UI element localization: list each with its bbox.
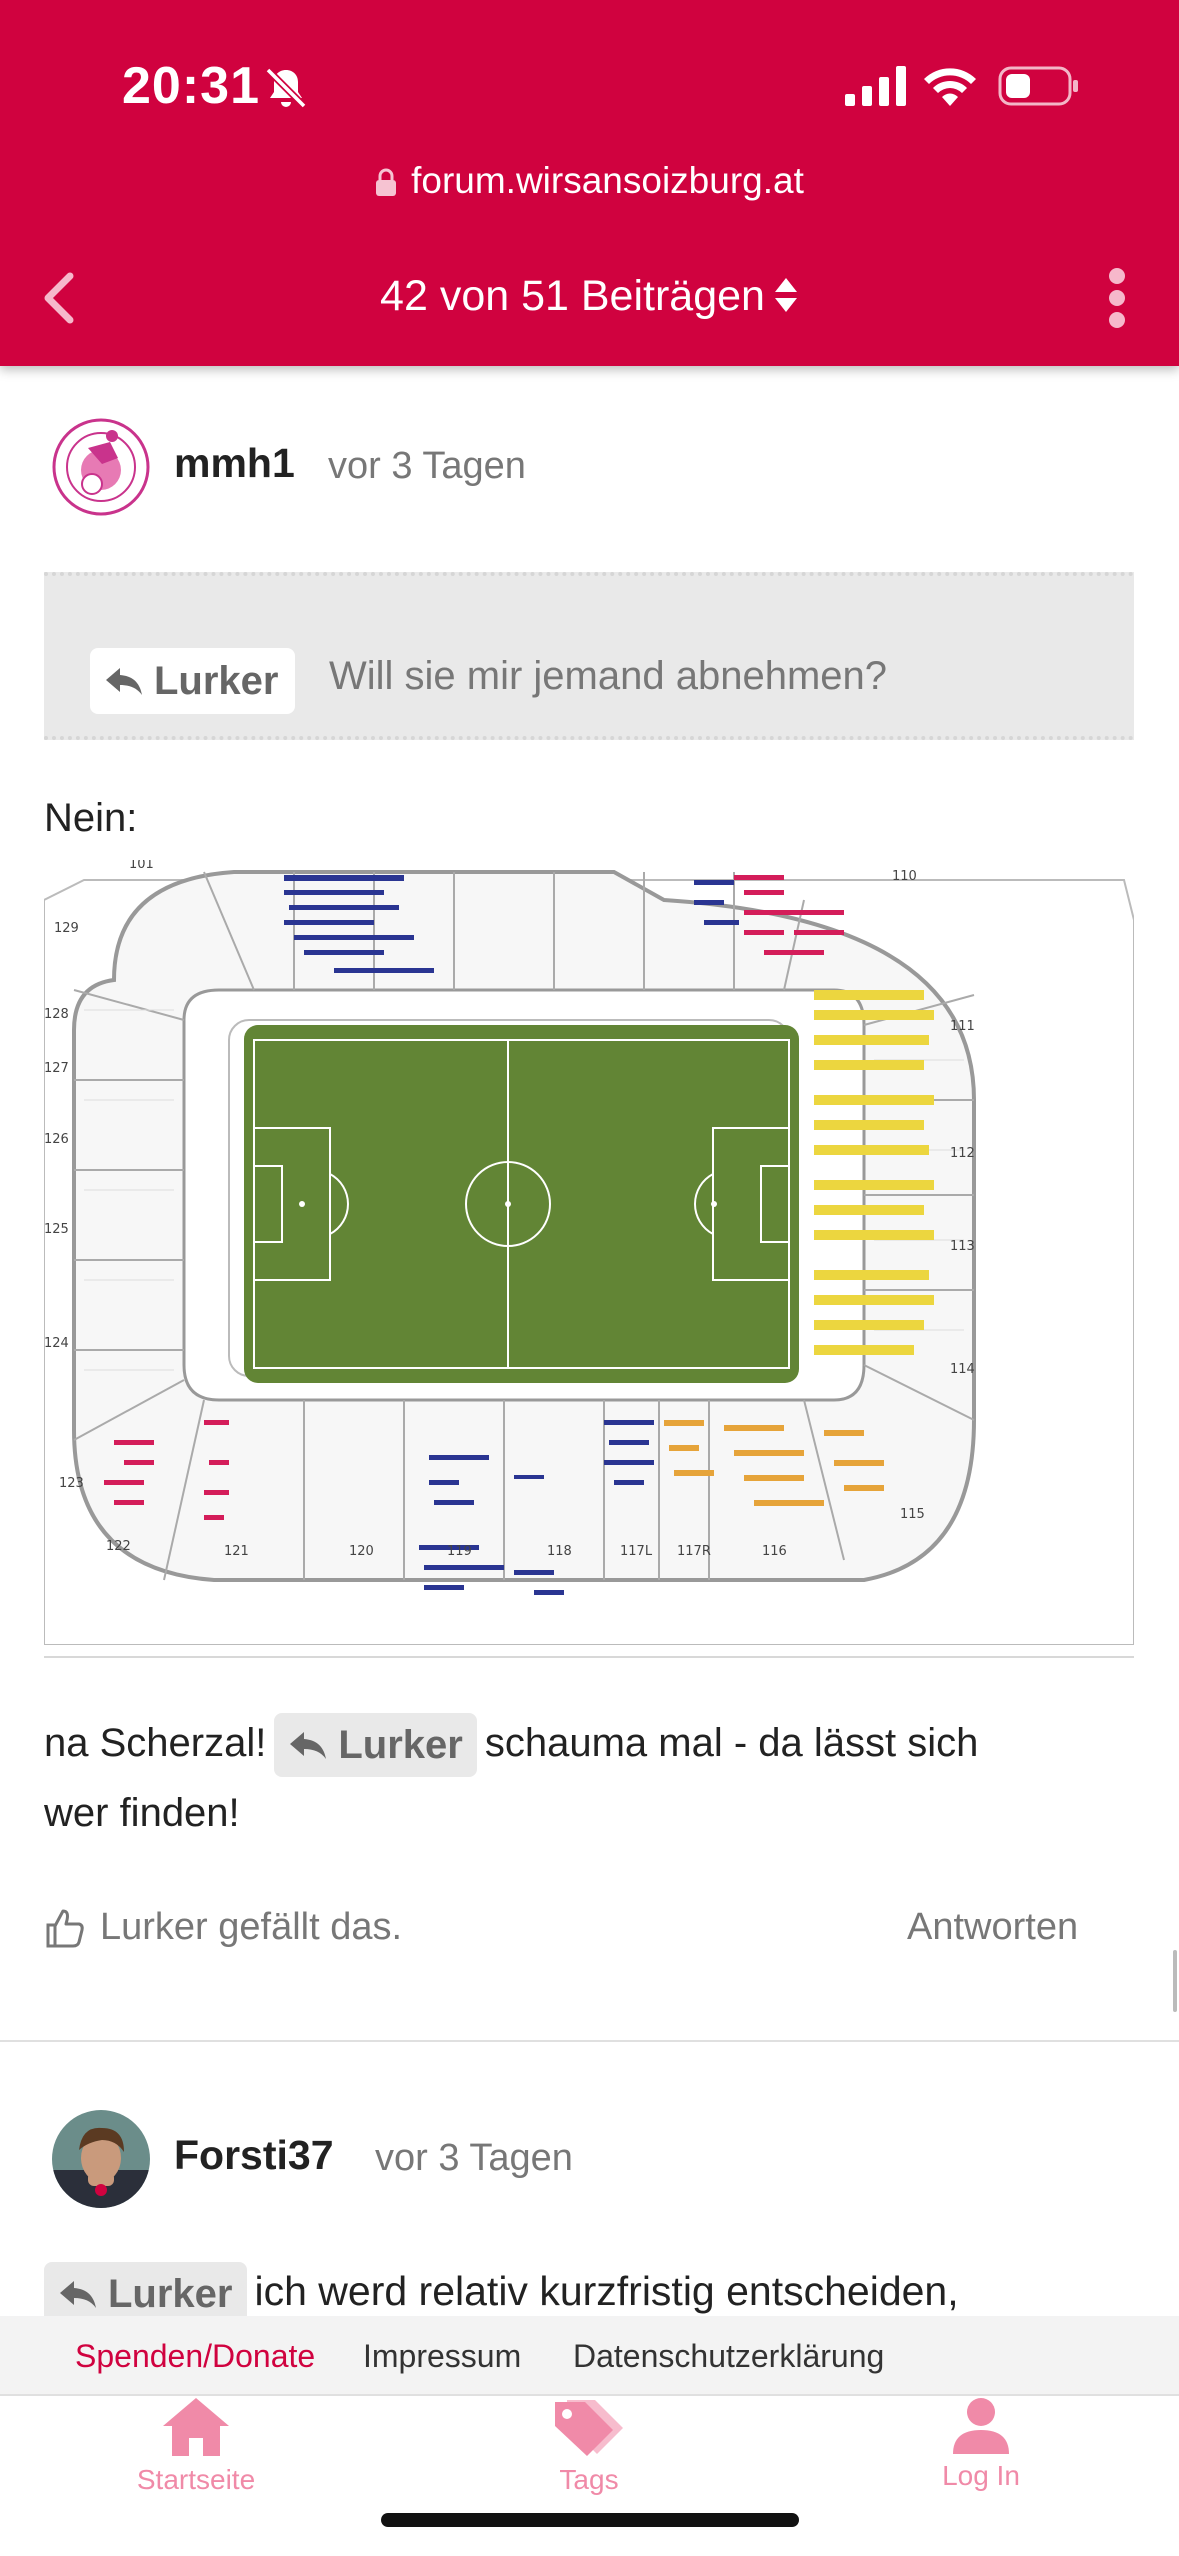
bell-muted-icon — [265, 67, 307, 109]
section-label: 112 — [950, 1146, 975, 1161]
reply-arrow-icon — [60, 2281, 96, 2308]
tags-icon — [555, 2400, 623, 2456]
footer-links: Spenden/Donate Impressum Datenschutzerkl… — [0, 2316, 1179, 2394]
post-text-body: ich werd relativ kurzfristig entscheiden… — [254, 2267, 959, 2314]
stadium-seating-map[interactable]: 101 129 128 127 126 125 124 123 122 121 … — [44, 860, 1134, 1645]
home-indicator — [381, 2513, 799, 2527]
post-username[interactable]: Forsti37 — [174, 2132, 334, 2179]
cell-signal-icon — [845, 66, 906, 106]
image-divider — [44, 1656, 1134, 1658]
section-label: 113 — [950, 1239, 975, 1254]
sort-arrows-icon — [774, 278, 797, 312]
url-text: forum.wirsansoizburg.at — [411, 160, 804, 201]
post-timestamp[interactable]: vor 3 Tagen — [375, 2137, 573, 2180]
post-divider — [0, 2040, 1179, 2042]
user-avatar[interactable] — [52, 418, 150, 516]
quote-author-chip[interactable]: Lurker — [90, 648, 295, 714]
section-label: 126 — [44, 1132, 69, 1147]
wifi-icon — [924, 68, 976, 106]
reply-text-line2: wer finden! — [44, 1791, 240, 1835]
post-timestamp[interactable]: vor 3 Tagen — [328, 445, 526, 488]
section-label: 117R — [677, 1544, 711, 1559]
section-label: 122 — [106, 1539, 131, 1554]
reply-text-suffix: schauma mal - da lässt sich — [484, 1721, 979, 1765]
post-text-intro: Nein: — [44, 796, 138, 840]
section-label: 110 — [892, 869, 917, 884]
reply-button[interactable]: Antworten — [907, 1906, 1078, 1949]
section-label: 125 — [44, 1222, 69, 1237]
home-icon — [163, 2398, 229, 2456]
thumbs-up-icon — [46, 1909, 84, 1947]
reply-arrow-icon — [290, 1732, 327, 1760]
section-label: 115 — [900, 1507, 925, 1522]
app-header: 20:31 forum.wirsansoizburg.at 42 von 51 … — [0, 0, 1179, 366]
footer-link-impressum[interactable]: Impressum — [363, 2338, 521, 2375]
likes-text: Lurker gefällt das. — [100, 1906, 403, 1948]
section-label: 129 — [54, 921, 79, 936]
lock-icon — [376, 168, 397, 196]
footer-link-donate[interactable]: Spenden/Donate — [75, 2338, 315, 2375]
tab-home[interactable]: Startseite — [71, 2396, 321, 2496]
tab-label: Startseite — [136, 2464, 256, 2495]
reply-arrow-icon — [106, 668, 142, 695]
section-label: 118 — [547, 1544, 572, 1559]
mention-name: Lurker — [338, 1723, 463, 1768]
section-label: 123 — [59, 1476, 84, 1491]
tab-login[interactable]: Log In — [856, 2396, 1106, 2492]
mention-name: Lurker — [108, 2271, 233, 2316]
battery-icon — [998, 66, 1078, 106]
section-label: 119 — [447, 1544, 472, 1559]
tab-label: Tags — [559, 2464, 619, 2495]
quote-text: Will sie mir jemand abnehmen? — [329, 654, 888, 698]
user-icon — [953, 2398, 1009, 2454]
more-vertical-icon[interactable] — [1104, 266, 1130, 330]
quote-author: Lurker — [154, 658, 279, 703]
post-username[interactable]: mmh1 — [174, 440, 295, 487]
tab-label: Log In — [942, 2460, 1020, 2491]
section-label: 127 — [44, 1061, 69, 1076]
scrollbar[interactable] — [1173, 1950, 1177, 2012]
section-label: 117L — [620, 1544, 653, 1559]
section-label: 111 — [950, 1019, 975, 1034]
user-mention[interactable]: Lurker — [274, 1713, 477, 1778]
footer-link-privacy[interactable]: Datenschutzerklärung — [573, 2338, 884, 2375]
section-label: 114 — [950, 1362, 975, 1377]
topic-progress-label: 42 von 51 Beiträgen — [380, 272, 765, 320]
quote-block: Lurker Will sie mir jemand abnehmen? — [44, 572, 1134, 740]
tab-tags[interactable]: Tags — [464, 2396, 714, 2496]
section-label: 121 — [224, 1544, 249, 1559]
section-label: 120 — [349, 1544, 374, 1559]
section-label: 116 — [762, 1544, 787, 1559]
status-time: 20:31 — [122, 57, 260, 115]
section-label: 124 — [44, 1336, 69, 1351]
section-label: 128 — [44, 1007, 69, 1022]
section-label: 101 — [129, 860, 154, 872]
address-bar[interactable]: forum.wirsansoizburg.at — [0, 160, 1179, 202]
reply-text-prefix: na Scherzal! — [44, 1721, 267, 1765]
user-avatar[interactable] — [52, 2110, 150, 2208]
bottom-tab-bar: Startseite Tags Log In — [0, 2394, 1179, 2556]
post-reply-text: na Scherzal! Lurker schauma mal - da lässt… — [44, 1708, 1134, 1848]
topic-progress[interactable]: 42 von 51 Beiträgen — [0, 272, 1179, 321]
likes-summary[interactable]: Lurker gefällt das. — [44, 1906, 402, 1949]
